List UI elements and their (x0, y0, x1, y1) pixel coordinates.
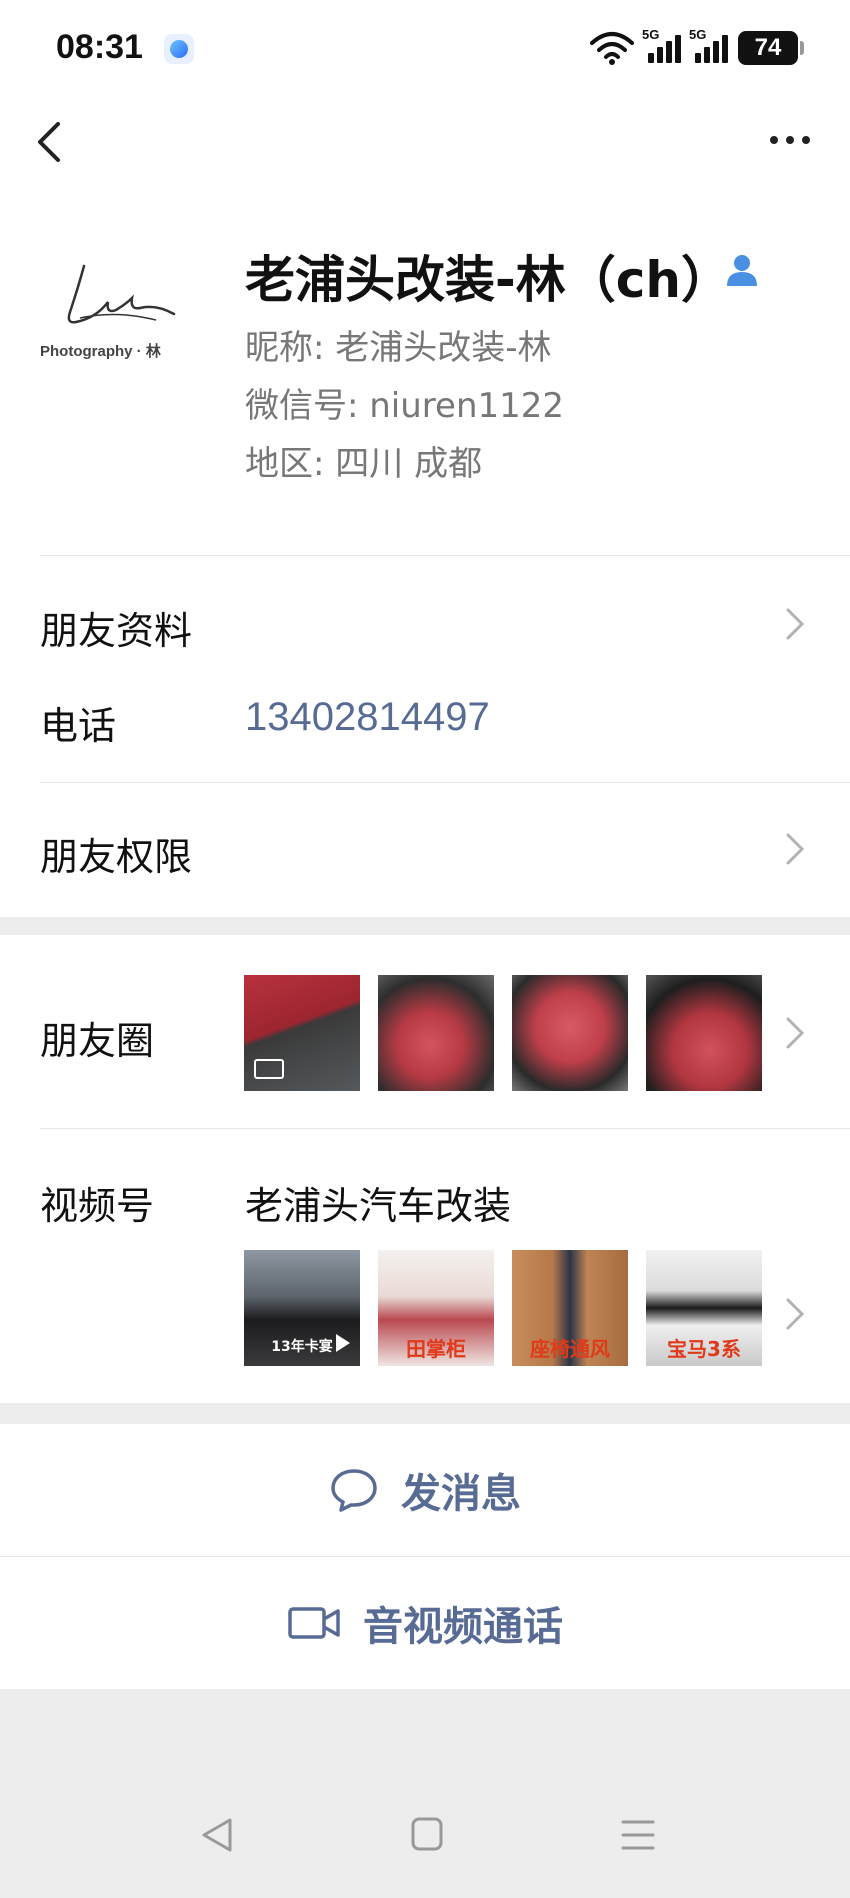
moments-thumbnail[interactable] (646, 975, 762, 1091)
video-camera-icon (288, 1607, 340, 1639)
chevron-right-icon (786, 833, 805, 865)
call-label: 音视频通话 (363, 1604, 563, 1650)
phone-label: 电话 (40, 704, 117, 748)
network-type-label: 5G (689, 27, 707, 42)
permissions-label: 朋友权限 (40, 835, 193, 879)
chevron-right-icon (786, 608, 805, 640)
chevron-right-icon (786, 1298, 805, 1330)
chevron-right-icon (786, 1017, 805, 1049)
channel-name: 老浦头汽车改装 (245, 1184, 512, 1228)
friend-info-label: 朋友资料 (40, 609, 193, 653)
status-time: 08:31 (56, 28, 143, 66)
battery-icon: 74 (738, 31, 804, 65)
thumbnail-caption: 田掌柜 (406, 1337, 466, 1361)
app-notification-icon (164, 34, 194, 64)
channels-label: 视频号 (40, 1184, 155, 1228)
moments-thumbnail[interactable] (244, 975, 360, 1091)
phone-number-link[interactable]: 13402814497 (245, 695, 490, 740)
wifi-icon (590, 32, 634, 65)
network-type-label: 5G (642, 27, 660, 42)
send-message-label: 发消息 (401, 1471, 521, 1517)
chat-bubble-icon (331, 1469, 377, 1512)
nav-back-icon[interactable] (200, 1816, 234, 1854)
avatar-caption: Photography · 林 (40, 343, 161, 360)
system-nav-bar (0, 1780, 850, 1898)
cell-signal-icon: 5G (689, 27, 728, 63)
wechat-id: 微信号: niuren1122 (245, 386, 565, 426)
send-message-button[interactable]: 发消息 (0, 1424, 850, 1556)
moments-thumbnail[interactable] (378, 975, 494, 1091)
channel-thumbnail[interactable]: 宝马3系 (646, 1250, 762, 1366)
contact-name: 老浦头改装-林（ch） (245, 251, 731, 309)
nav-menu-icon[interactable] (620, 1818, 656, 1852)
avatar[interactable]: Photography · 林 (36, 248, 196, 368)
moments-thumbnail[interactable] (512, 975, 628, 1091)
audio-video-call-button[interactable]: 音视频通话 (0, 1557, 850, 1689)
channel-thumbnail[interactable]: 田掌柜 (378, 1250, 494, 1366)
contact-type-icon (727, 255, 757, 286)
cell-signal-icon: 5G (642, 27, 681, 63)
back-button[interactable] (30, 118, 70, 166)
moments-label: 朋友圈 (40, 1019, 155, 1063)
thumbnail-caption: 座椅通风 (530, 1337, 610, 1361)
thumbnail-caption: 宝马3系 (667, 1337, 741, 1361)
channel-thumbnail[interactable]: 座椅通风 (512, 1250, 628, 1366)
more-options-button[interactable] (760, 128, 820, 152)
play-icon (336, 1334, 350, 1352)
status-indicators: 5G 5G 74 (590, 27, 804, 68)
channel-thumbnail[interactable]: 13年卡宴 (244, 1250, 360, 1366)
status-bar: 08:31 5G 5G 74 (0, 0, 850, 100)
nav-home-icon[interactable] (410, 1816, 444, 1852)
nickname: 昵称: 老浦头改装-林 (245, 328, 552, 368)
video-icon (254, 1059, 284, 1079)
region: 地区: 四川 成都 (245, 444, 483, 484)
